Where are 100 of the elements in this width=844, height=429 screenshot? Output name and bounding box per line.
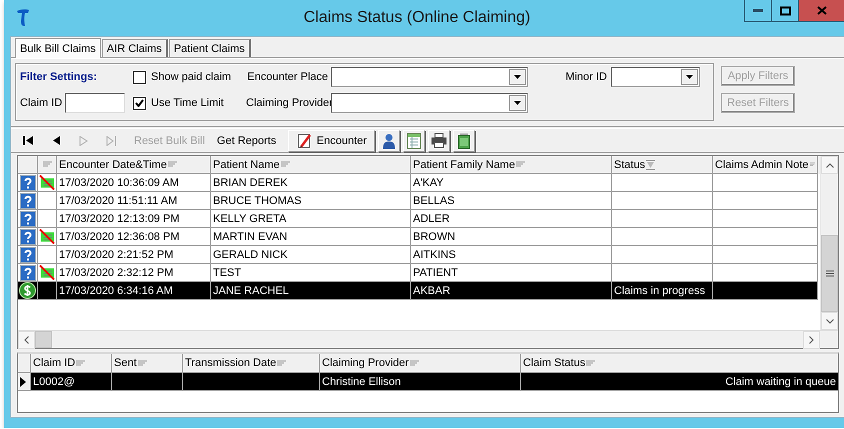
encounter-button[interactable]: Encounter xyxy=(288,130,376,152)
dropdown-button[interactable] xyxy=(681,69,698,85)
filter-icon[interactable] xyxy=(516,161,526,168)
printer-icon xyxy=(431,133,448,148)
table-row[interactable]: 17/03/2020 12:36:08 PM MARTIN EVAN BROWN xyxy=(18,228,820,246)
table-cell: 17/03/2020 12:13:09 PM xyxy=(57,210,211,228)
person-icon xyxy=(382,132,396,148)
filter-icon[interactable] xyxy=(586,360,596,366)
table-cell: BRIAN DEREK xyxy=(211,174,411,192)
column-header[interactable]: Status xyxy=(612,156,713,174)
table-cell: 17/03/2020 6:34:16 AM xyxy=(57,282,211,300)
spreadsheet-icon xyxy=(407,132,422,148)
table-cell: Christine Ellison xyxy=(320,373,521,391)
table-cell: 17/03/2020 10:36:09 AM xyxy=(57,174,211,192)
claiming-provider-dropdown[interactable] xyxy=(331,93,528,113)
filter-icon[interactable] xyxy=(76,360,86,366)
filter-icon[interactable] xyxy=(138,360,147,366)
field-label: Encounter Place xyxy=(246,71,328,83)
column-header[interactable]: Patient Name xyxy=(211,156,411,174)
column-header[interactable]: Encounter Date&Time xyxy=(57,156,211,174)
previous-icon xyxy=(52,136,60,145)
sheet-button[interactable] xyxy=(403,130,426,152)
table-cell: 17/03/2020 2:21:52 PM xyxy=(57,246,211,264)
help-icon xyxy=(20,264,36,280)
minimize-icon xyxy=(753,9,763,12)
caret-icon xyxy=(686,75,693,79)
filter-icon[interactable] xyxy=(42,161,52,168)
table-cell: JANE RACHEL xyxy=(211,282,411,300)
column-header[interactable]: Patient Family Name xyxy=(411,156,612,174)
table-row[interactable]: 17/03/2020 6:34:16 AM JANE RACHEL AKBAR Claims in progress xyxy=(18,282,820,300)
table-row[interactable]: 17/03/2020 11:51:11 AM BRUCE THOMAS BELLAS xyxy=(18,192,820,210)
table-cell: 17/03/2020 12:36:08 PM xyxy=(57,228,211,246)
card-button[interactable] xyxy=(453,130,476,152)
toolbar-button[interactable]: Get Reports xyxy=(210,130,282,152)
tab[interactable]: AIR Claims xyxy=(102,39,168,57)
table-cell: KELLY GRETA xyxy=(211,210,411,228)
scroll-up-button[interactable] xyxy=(821,156,838,174)
table-cell: 17/03/2020 11:51:11 AM xyxy=(57,192,211,210)
person-button[interactable] xyxy=(378,130,400,152)
scroll-right-button[interactable] xyxy=(803,331,820,349)
table-row[interactable]: 17/03/2020 10:36:09 AM BRIAN DEREK A'KAY xyxy=(18,174,820,192)
filter-icon[interactable] xyxy=(168,161,177,168)
printer-button[interactable] xyxy=(428,130,450,152)
checkbox-label[interactable]: Use Time Limit xyxy=(151,97,224,109)
caret-icon xyxy=(514,75,521,79)
table-row[interactable]: 17/03/2020 2:21:52 PM GERALD NICK AITKINS xyxy=(18,246,820,264)
close-button[interactable] xyxy=(799,0,844,21)
tab[interactable]: Patient Claims xyxy=(168,39,251,57)
card-icon xyxy=(458,132,470,148)
table-cell: A'KAY xyxy=(411,174,612,192)
tab[interactable]: Bulk Bill Claims xyxy=(15,38,101,58)
sort-icon[interactable] xyxy=(646,160,656,170)
table-cell: Claim waiting in queue xyxy=(521,373,838,391)
table-cell: GERALD NICK xyxy=(211,246,411,264)
help-icon xyxy=(20,210,36,226)
filter-icon[interactable] xyxy=(410,360,419,366)
help-icon xyxy=(20,246,36,262)
filter-heading: Filter Settings: xyxy=(20,71,98,83)
table-row[interactable]: 17/03/2020 12:13:09 PM KELLY GRETA ADLER xyxy=(18,210,820,228)
field-label: Minor ID xyxy=(564,71,607,83)
window-title: Claims Status (Online Claiming) xyxy=(302,9,532,27)
scrollbar-thumb[interactable] xyxy=(821,235,838,312)
table-cell: MARTIN EVAN xyxy=(211,228,411,246)
dropdown-button[interactable] xyxy=(509,95,526,111)
horizontal-scrollbar[interactable] xyxy=(18,331,820,348)
checkbox-label[interactable]: Show paid claim xyxy=(151,71,232,83)
vertical-scrollbar[interactable] xyxy=(820,156,838,330)
logo-icon xyxy=(16,9,30,27)
table-cell: Claims in progress xyxy=(612,282,713,300)
next-icon xyxy=(79,136,88,146)
table-cell: L0002@ xyxy=(31,373,112,391)
current-row-icon xyxy=(20,376,26,386)
filter-icon[interactable] xyxy=(810,161,815,168)
help-icon xyxy=(20,174,36,190)
filter-icon[interactable] xyxy=(277,360,286,366)
table-cell: AITKINS xyxy=(411,246,612,264)
help-icon xyxy=(20,192,36,208)
help-icon xyxy=(20,228,36,244)
field-label: Claim ID xyxy=(20,97,64,109)
minor-id-dropdown[interactable] xyxy=(611,67,700,87)
claim-id-field[interactable] xyxy=(65,93,125,113)
last-icon xyxy=(106,136,117,146)
table-row[interactable]: L0002@ Christine Ellison Claim waiting in queue xyxy=(18,373,838,391)
scroll-down-button[interactable] xyxy=(821,312,838,330)
scrollbar-thumb[interactable] xyxy=(35,331,52,348)
checkbox[interactable] xyxy=(133,70,146,84)
pencil-paper-icon xyxy=(296,132,313,148)
caret-icon xyxy=(514,101,521,105)
table-cell: BELLAS xyxy=(411,192,612,210)
filter-icon[interactable] xyxy=(280,161,290,168)
grip-icon xyxy=(826,270,834,277)
checkbox[interactable] xyxy=(133,96,146,110)
first-icon xyxy=(22,136,32,145)
column-header[interactable]: Claims Admin Note xyxy=(713,156,818,174)
encounter-place-dropdown[interactable] xyxy=(331,67,528,87)
table-cell: BRUCE THOMAS xyxy=(211,192,411,210)
scroll-left-button[interactable] xyxy=(18,331,35,349)
close-icon xyxy=(816,6,826,15)
maximize-icon xyxy=(780,6,790,16)
dropdown-button[interactable] xyxy=(509,69,526,85)
